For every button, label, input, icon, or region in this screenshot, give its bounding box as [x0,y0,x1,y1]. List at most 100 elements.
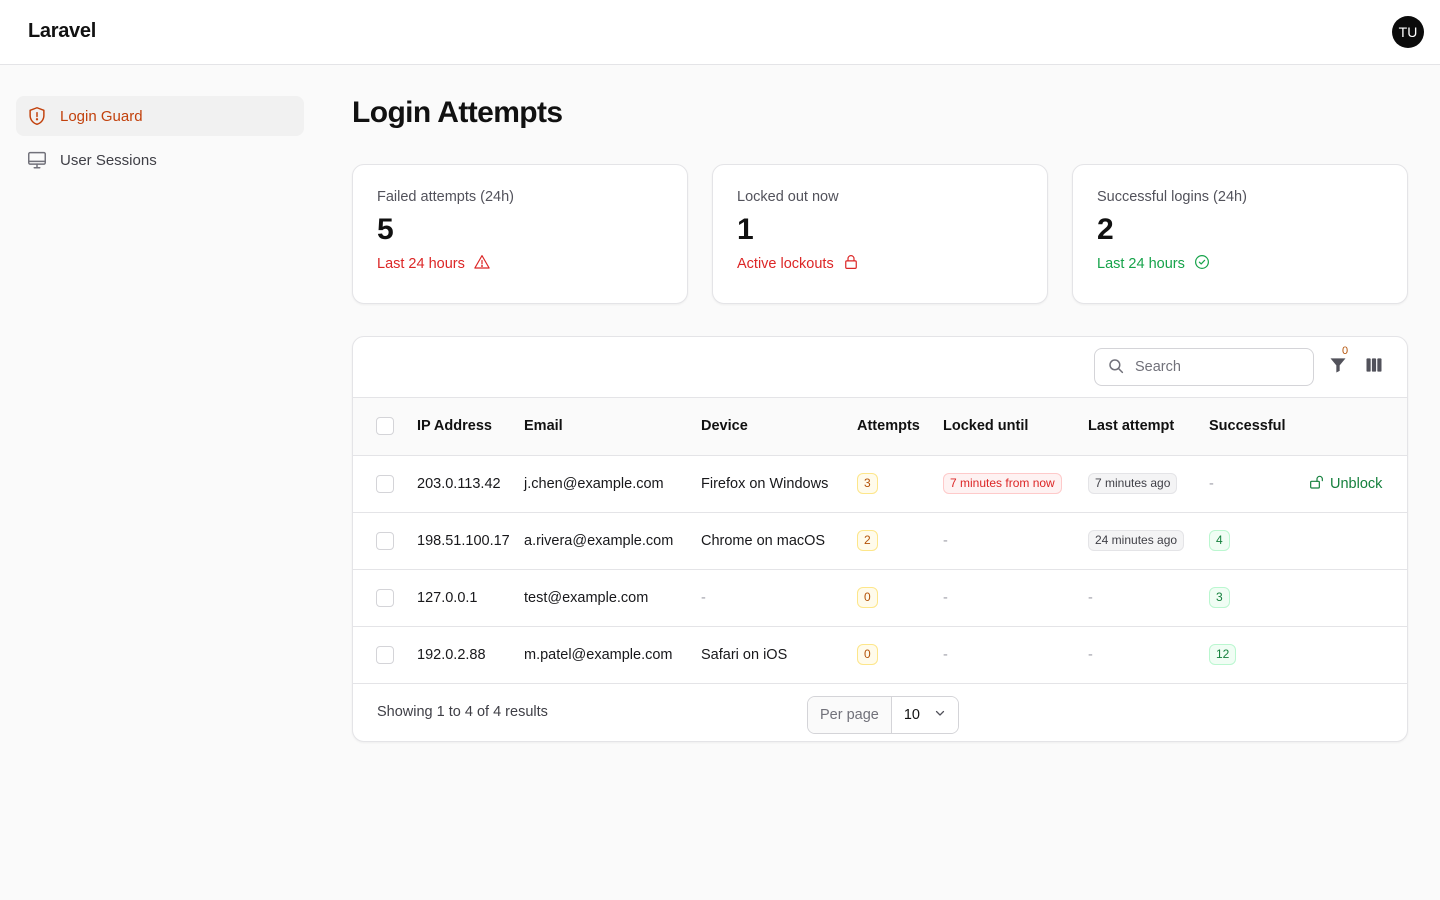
stat-label: Locked out now [737,189,839,205]
brand-logo[interactable]: Laravel [28,20,96,43]
successful-badge: 3 [1209,587,1230,608]
per-page-value: 10 [903,706,920,723]
computer-desktop-icon [26,149,48,171]
cell-attempts: 3 [857,455,943,512]
cell-locked-until: 7 minutes from now [943,455,1088,512]
search-icon [1107,357,1125,378]
stat-description: Last 24 hours [377,253,663,275]
last-attempt-badge: 7 minutes ago [1088,473,1178,494]
toggle-columns-button[interactable] [1363,355,1385,377]
row-select-cell [353,569,417,626]
shield-exclamation-icon [26,105,48,127]
table-row: 198.51.100.17 a.rivera@example.com Chrom… [353,512,1407,569]
funnel-icon [1328,355,1348,378]
stat-label: Successful logins (24h) [1097,189,1247,205]
per-page-label: Per page [808,696,892,733]
user-avatar[interactable]: TU [1392,16,1424,48]
stat-card-successful-logins: Successful logins (24h) 2 Last 24 hours [1072,164,1408,304]
lock-open-icon [1309,474,1325,494]
last-attempt-badge: 24 minutes ago [1088,530,1185,551]
column-header-device[interactable]: Device [701,398,857,456]
stat-description: Active lockouts [737,253,1023,275]
select-all-checkbox[interactable] [376,417,394,436]
cell-email: test@example.com [524,589,649,606]
results-summary: Showing 1 to 4 of 4 results [377,703,548,720]
row-select-cell [353,512,417,569]
table-row: 127.0.0.1 test@example.com - 0 - - 3 [353,569,1407,626]
search-box [1094,348,1314,386]
cell-last-attempt: 24 minutes ago [1088,512,1209,569]
cell-attempts: 0 [857,569,943,626]
cell-attempts: 0 [857,626,943,683]
stat-value: 1 [737,213,754,246]
login-attempts-table-card: 0 IP Address Email Device Attempts Locke… [352,336,1408,742]
row-checkbox[interactable] [376,531,394,550]
column-header-actions [1309,398,1407,456]
row-checkbox[interactable] [376,474,394,493]
cell-last-attempt: - [1088,589,1093,606]
cell-locked-until: - [943,646,948,663]
table-header-row: IP Address Email Device Attempts Locked … [353,398,1407,456]
cell-email: j.chen@example.com [524,475,664,492]
cell-attempts: 2 [857,512,943,569]
table-row: 203.0.113.42 j.chen@example.com Firefox … [353,455,1407,512]
sidebar-item-login-guard[interactable]: Login Guard [16,96,304,136]
locked-until-badge: 7 minutes from now [943,473,1062,494]
column-header-last-attempt[interactable]: Last attempt [1088,398,1209,456]
stat-label: Failed attempts (24h) [377,189,515,205]
per-page-select[interactable]: 10 [891,696,958,733]
cell-actions [1309,626,1407,683]
stat-value: 5 [377,213,394,246]
stat-card-failed-attempts: Failed attempts (24h) 5 Last 24 hours [352,164,688,304]
stat-description: Last 24 hours [1097,253,1383,275]
row-checkbox[interactable] [376,645,394,664]
table-row: 192.0.2.88 m.patel@example.com Safari on… [353,626,1407,683]
stat-description-text: Last 24 hours [1097,256,1185,272]
cell-device: Safari on iOS [701,646,788,663]
sidebar-item-user-sessions[interactable]: User Sessions [16,140,304,180]
search-input[interactable] [1135,359,1295,375]
login-attempts-table: IP Address Email Device Attempts Locked … [353,398,1407,684]
column-header-ip-address[interactable]: IP Address [417,398,524,456]
cell-ip: 127.0.0.1 [417,589,478,606]
top-bar: Laravel TU [0,0,1440,65]
table-footer: Showing 1 to 4 of 4 results Per page 10 [353,684,1407,742]
cell-successful: - [1209,475,1214,492]
column-header-successful[interactable]: Successful [1209,398,1309,456]
cell-ip: 198.51.100.17 [417,532,510,549]
column-header-attempts[interactable]: Attempts [857,398,943,456]
select-all-cell [353,398,417,456]
sidebar-item-label: Login Guard [60,107,143,125]
cell-actions [1309,569,1407,626]
cell-device: Chrome on macOS [701,532,826,549]
stat-description-text: Last 24 hours [377,256,465,272]
sidebar: Login Guard User Sessions [16,96,304,184]
per-page-control: Per page 10 [807,695,959,734]
cell-successful: 4 [1209,512,1309,569]
page-title: Login Attempts [352,96,563,129]
attempts-badge: 3 [857,473,878,494]
stat-value: 2 [1097,213,1114,246]
cell-ip: 203.0.113.42 [417,475,501,492]
row-checkbox[interactable] [376,588,394,607]
unblock-label: Unblock [1330,475,1383,492]
check-circle-icon [1193,253,1211,275]
cell-email: a.rivera@example.com [524,532,674,549]
successful-badge: 4 [1209,530,1230,551]
cell-actions [1309,512,1407,569]
unblock-button[interactable]: Unblock [1309,474,1382,494]
cell-last-attempt: - [1088,646,1093,663]
filter-count-badge: 0 [1342,345,1349,357]
cell-locked-until: - [943,589,948,606]
filter-button[interactable] [1327,355,1349,377]
successful-badge: 12 [1209,644,1237,665]
cell-device: Firefox on Windows [701,475,829,492]
cell-ip: 192.0.2.88 [417,646,486,663]
attempts-badge: 2 [857,530,878,551]
attempts-badge: 0 [857,644,878,665]
column-header-locked-until[interactable]: Locked until [943,398,1088,456]
view-columns-icon [1364,355,1384,378]
cell-successful: 12 [1209,626,1309,683]
row-select-cell [353,455,417,512]
column-header-email[interactable]: Email [524,398,701,456]
